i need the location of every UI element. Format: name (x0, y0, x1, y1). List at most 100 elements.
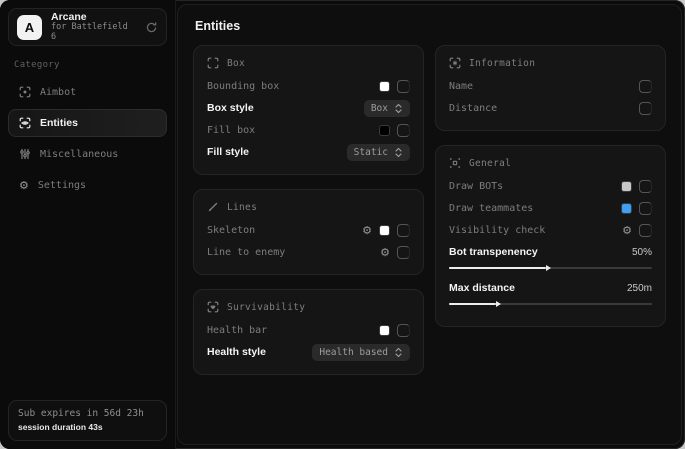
setting-row: Draw BOTs (449, 175, 652, 197)
setting-row: Name (449, 75, 652, 97)
sidebar-item-entities[interactable]: Entities (8, 109, 167, 137)
setting-row: Visibility check ⚙ (449, 219, 652, 241)
max-distance-setting: Max distance 250m (449, 279, 652, 308)
sidebar-nav: Aimbot Entities (8, 78, 167, 199)
checkbox[interactable] (397, 324, 410, 337)
setting-label: Box style (207, 102, 254, 114)
brand-text: Arcane for Battlefield 6 (51, 11, 136, 43)
setting-row: Health bar (207, 319, 410, 341)
lines-card: Lines Skeleton ⚙ Line to enemy ⚙ (193, 189, 424, 275)
setting-label: Health style (207, 346, 266, 358)
gear-icon: ⚙ (19, 180, 29, 191)
app-subtitle: for Battlefield 6 (51, 23, 136, 43)
setting-row: Skeleton ⚙ (207, 219, 410, 241)
sliders-icon (19, 148, 31, 160)
color-swatch[interactable] (379, 325, 390, 336)
sidebar-item-aimbot[interactable]: Aimbot (8, 78, 167, 106)
setting-row: Draw teammates (449, 197, 652, 219)
bot-transparency-setting: Bot transpenency 50% (449, 243, 652, 272)
setting-row: Fill style Static (207, 141, 410, 163)
left-column: Box Bounding box Box style Box (193, 45, 424, 375)
setting-label: Bot transpenency (449, 246, 538, 258)
grid-icon (449, 157, 461, 169)
category-label: Category (14, 60, 167, 70)
setting-label: Fill box (207, 125, 255, 136)
chevron-updown-icon (394, 103, 403, 114)
sidebar-item-label: Settings (38, 180, 86, 191)
card-title: Lines (227, 202, 257, 213)
settings-gear-icon[interactable]: ⚙ (380, 247, 390, 258)
settings-gear-icon[interactable]: ⚙ (362, 225, 372, 236)
scan-eye-icon (19, 117, 31, 129)
chevron-updown-icon (394, 147, 403, 158)
bot-transparency-slider[interactable] (449, 264, 652, 272)
app-window: A Arcane for Battlefield 6 Category (0, 0, 685, 449)
color-swatch[interactable] (621, 203, 632, 214)
pencil-line-icon (207, 201, 219, 213)
checkbox[interactable] (397, 80, 410, 93)
general-card: General Draw BOTs Draw teammates (435, 145, 666, 327)
card-title: Information (469, 58, 535, 69)
heart-scan-icon (207, 301, 219, 313)
sidebar-item-label: Miscellaneous (40, 149, 118, 160)
checkbox[interactable] (397, 224, 410, 237)
checkbox[interactable] (639, 224, 652, 237)
checkbox[interactable] (639, 202, 652, 215)
box-card: Box Bounding box Box style Box (193, 45, 424, 175)
color-swatch[interactable] (379, 125, 390, 136)
slider-fill (449, 267, 546, 269)
color-swatch[interactable] (379, 81, 390, 92)
main-panel: Entities Box Bounding box (177, 4, 682, 445)
checkbox[interactable] (639, 180, 652, 193)
sidebar-item-label: Entities (40, 117, 78, 129)
setting-label: Bounding box (207, 81, 279, 92)
card-title: General (469, 158, 511, 169)
box-scan-icon (207, 57, 219, 69)
health-style-dropdown[interactable]: Health based (312, 344, 410, 361)
sidebar-item-settings[interactable]: ⚙ Settings (8, 171, 167, 199)
sub-expiry-text: Sub expires in 56d 23h (18, 407, 157, 421)
slider-fill (449, 303, 496, 305)
setting-label: Max distance (449, 282, 515, 294)
setting-row: Fill box (207, 119, 410, 141)
dropdown-value: Static (354, 147, 388, 158)
chevron-updown-icon (394, 347, 403, 358)
survivability-card-header: Survivability (207, 301, 410, 313)
crosshair-scan-icon (19, 86, 31, 98)
setting-label: Draw teammates (449, 203, 533, 214)
information-card-header: Information (449, 57, 652, 69)
setting-row: Bounding box (207, 75, 410, 97)
box-style-dropdown[interactable]: Box (364, 100, 410, 117)
dropdown-value: Health based (319, 347, 388, 358)
color-swatch[interactable] (379, 225, 390, 236)
sidebar: A Arcane for Battlefield 6 Category (0, 0, 176, 449)
setting-label: Name (449, 81, 473, 92)
app-logo: A (17, 15, 42, 40)
color-swatch[interactable] (621, 181, 632, 192)
slider-value: 250m (627, 283, 652, 294)
refresh-icon[interactable] (145, 21, 158, 34)
setting-label: Fill style (207, 146, 249, 158)
lines-card-header: Lines (207, 201, 410, 213)
sidebar-item-miscellaneous[interactable]: Miscellaneous (8, 140, 167, 168)
sidebar-item-label: Aimbot (40, 87, 76, 98)
max-distance-slider[interactable] (449, 300, 652, 308)
subscription-box: Sub expires in 56d 23h session duration … (8, 400, 167, 441)
setting-row: Distance (449, 97, 652, 119)
right-column: Information Name Distance (435, 45, 666, 327)
fill-style-dropdown[interactable]: Static (347, 144, 410, 161)
session-duration-text: session duration 43s (18, 421, 157, 434)
setting-label: Draw BOTs (449, 181, 503, 192)
setting-row: Health style Health based (207, 341, 410, 363)
setting-label: Visibility check (449, 225, 545, 236)
brand-card: A Arcane for Battlefield 6 (8, 8, 167, 46)
setting-label: Health bar (207, 325, 267, 336)
setting-label: Distance (449, 103, 497, 114)
checkbox[interactable] (397, 124, 410, 137)
card-title: Box (227, 58, 245, 69)
settings-gear-icon[interactable]: ⚙ (622, 225, 632, 236)
checkbox[interactable] (639, 102, 652, 115)
card-columns: Box Bounding box Box style Box (193, 45, 666, 375)
checkbox[interactable] (397, 246, 410, 259)
checkbox[interactable] (639, 80, 652, 93)
